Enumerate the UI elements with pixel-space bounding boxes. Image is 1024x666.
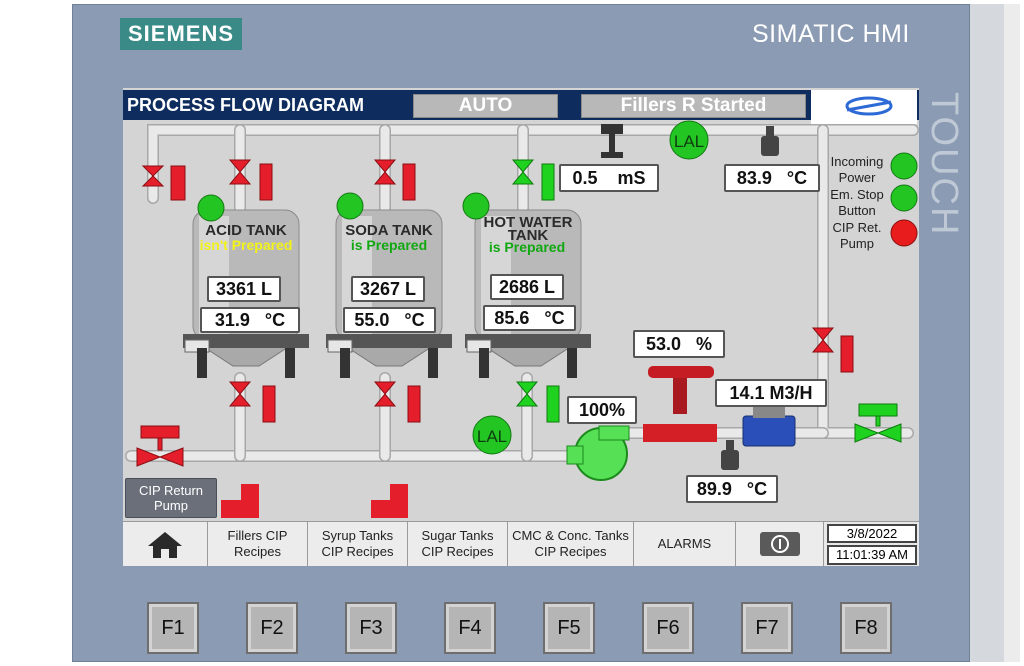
return-temp-value: 83.9 °C: [724, 164, 820, 192]
cip-supply-pump-icon: [566, 425, 630, 481]
lal-indicator-top: LAL: [669, 120, 709, 160]
f5-key[interactable]: F5: [543, 602, 595, 654]
company-logo: [811, 90, 917, 124]
acid-tank-indicator: [197, 194, 225, 222]
syrup-tanks-cip-recipes-button[interactable]: Syrup Tanks CIP Recipes: [308, 522, 408, 566]
acid-tank-status: isn't Prepared: [199, 237, 293, 253]
home-icon: [148, 532, 182, 558]
acid-return-pump-icon: [221, 484, 259, 518]
lal-bottom-text: LAL: [477, 427, 507, 446]
cip-ret-pump-label: CIP Ret. Pump: [832, 220, 882, 251]
date-display: 3/8/2022: [827, 524, 917, 543]
cmc-conc-tanks-cip-recipes-button[interactable]: CMC & Conc. Tanks CIP Recipes: [508, 522, 634, 566]
em-stop-lamp: [890, 184, 918, 212]
status-indicator: Fillers R Started: [581, 94, 806, 118]
acid-tank-name: ACID TANK: [205, 222, 287, 239]
pump-speed-value: 100%: [567, 396, 637, 424]
soda-tank-temp: 55.0 °C: [343, 307, 436, 333]
siemens-logo: SIEMENS: [120, 18, 242, 50]
f6-key[interactable]: F6: [642, 602, 694, 654]
cip-return-pump-button[interactable]: CIP Return Pump: [125, 478, 217, 518]
info-icon: [759, 532, 800, 556]
fillers-cip-recipes-button[interactable]: Fillers CIP Recipes: [208, 522, 308, 566]
flow-meter-icon: [742, 406, 796, 447]
window-edge: [1004, 4, 1020, 662]
em-stop-label: Em. Stop Button: [830, 187, 884, 218]
page-title: PROCESS FLOW DIAGRAM: [127, 95, 364, 115]
touch-label: TOUCH: [923, 92, 965, 237]
f7-key[interactable]: F7: [741, 602, 793, 654]
f1-key[interactable]: F1: [147, 602, 199, 654]
conductivity-value: 0.5 mS: [559, 164, 659, 192]
navigation-bar: Fillers CIP Recipes Syrup Tanks CIP Recipe…: [123, 521, 919, 566]
soda-tank-name: SODA TANK: [345, 222, 433, 239]
conductivity-sensor-icon: [601, 124, 623, 158]
supply-temp-value: 89.9 °C: [686, 475, 778, 503]
home-button[interactable]: [123, 522, 208, 566]
hotwater-tank-level: 2686 L: [490, 274, 564, 300]
f2-key[interactable]: F2: [246, 602, 298, 654]
hotwater-tank-status: is Prepared: [488, 239, 566, 255]
incoming-power-lamp: [890, 152, 918, 180]
soda-tank-indicator: [336, 192, 364, 220]
incoming-power-label: Incoming Power: [830, 154, 884, 185]
temperature-sensor-bottom-icon: [721, 440, 739, 470]
f4-key[interactable]: F4: [444, 602, 496, 654]
lal-indicator-bottom: LAL: [472, 415, 512, 455]
acid-tank-temp: 31.9 °C: [200, 307, 300, 333]
soda-tank-status: is Prepared: [350, 237, 428, 253]
f3-key[interactable]: F3: [345, 602, 397, 654]
alarms-button[interactable]: ALARMS: [634, 522, 736, 566]
soda-tank-level: 3267 L: [351, 276, 425, 302]
mode-indicator: AUTO: [413, 94, 558, 118]
flow-value: 14.1 M3/H: [715, 379, 827, 407]
hmi-screen: LAL LAL PROCESS FLOW DIAGRAM AUTO Filler…: [123, 88, 919, 566]
valve-position-value: 53.0 %: [633, 330, 725, 358]
soda-return-pump-icon: [371, 484, 408, 518]
acid-tank-level: 3361 L: [207, 276, 281, 302]
info-button[interactable]: [736, 522, 824, 566]
title-bar: PROCESS FLOW DIAGRAM AUTO Fillers R Star…: [123, 90, 919, 120]
control-valve-icon: [643, 366, 717, 442]
product-name: SIMATIC HMI: [752, 20, 910, 48]
time-display: 11:01:39 AM: [827, 545, 917, 565]
lal-top-text: LAL: [674, 132, 704, 151]
cip-ret-pump-lamp: [890, 219, 918, 247]
f8-key[interactable]: F8: [840, 602, 892, 654]
sugar-tanks-cip-recipes-button[interactable]: Sugar Tanks CIP Recipes: [408, 522, 508, 566]
hotwater-tank-temp: 85.6 °C: [483, 305, 576, 331]
